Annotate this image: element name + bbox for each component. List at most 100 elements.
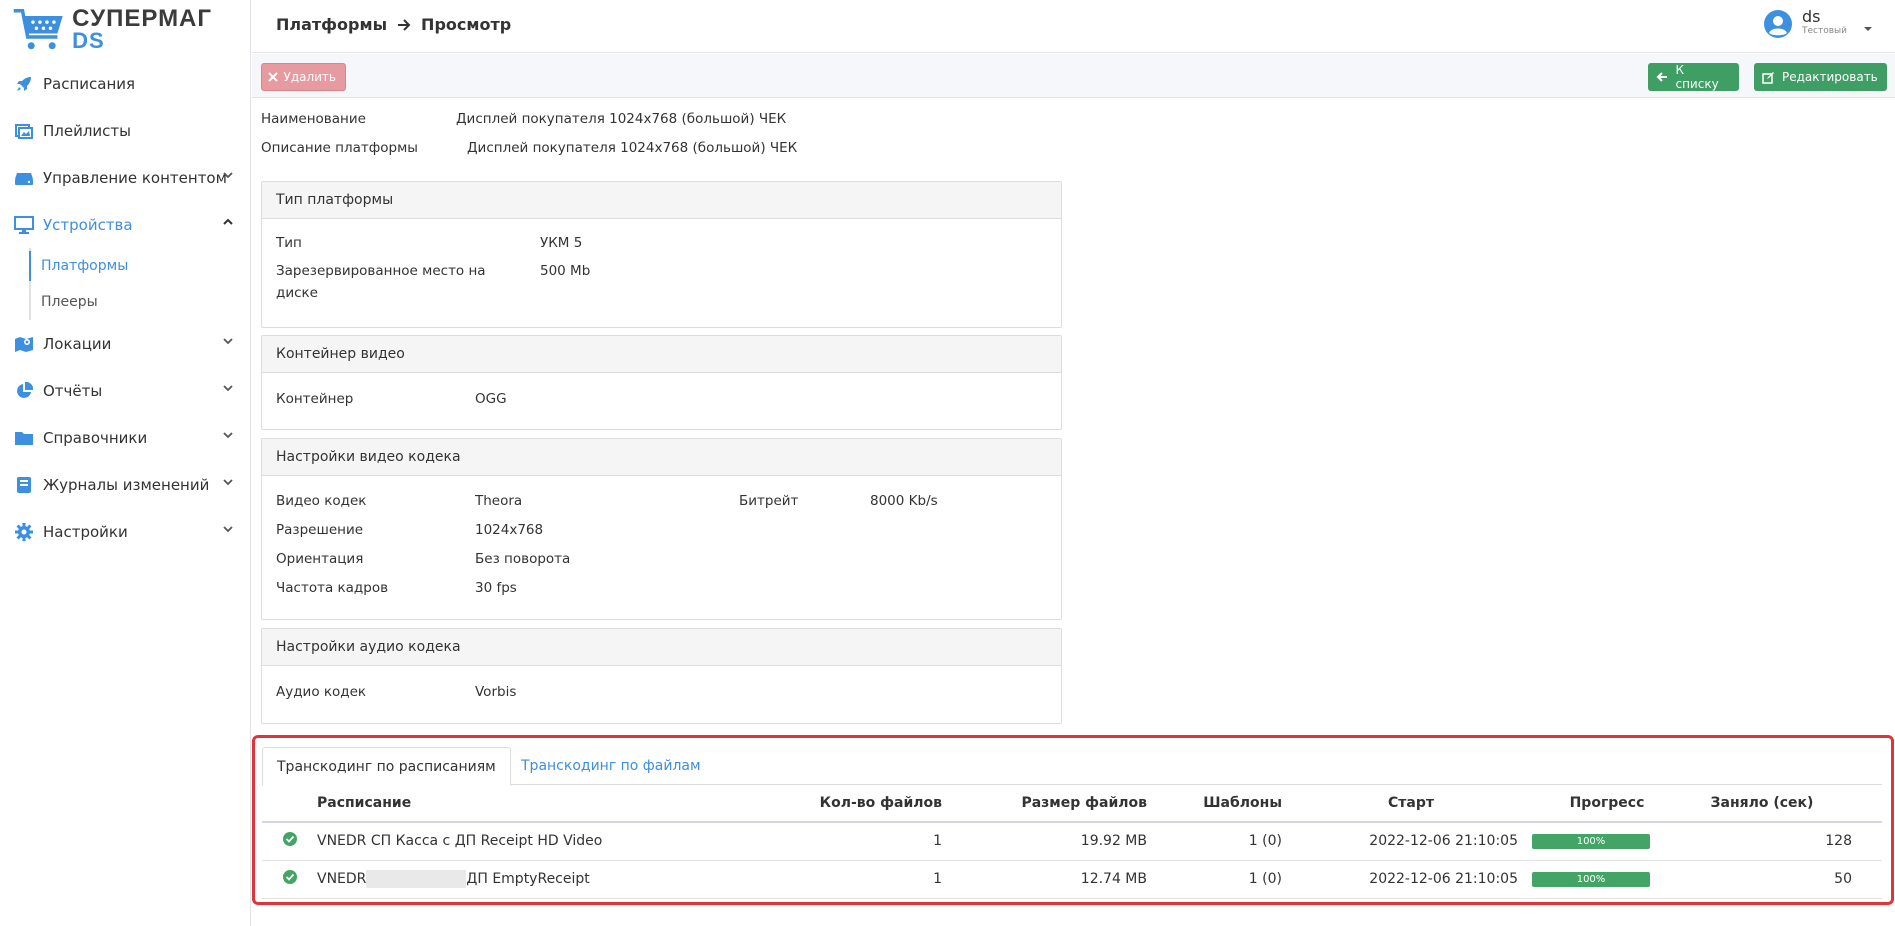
column-header-schedule[interactable]: Расписание [317,785,757,823]
container-label: Контейнер [276,391,354,407]
sidebar-nav: Расписания Плейлисты Управление контенто… [0,60,251,555]
status-cell [262,822,317,861]
sidebar-item-label: Управление контентом [43,168,227,187]
column-header-size[interactable]: Размер файлов [942,785,1147,823]
schedule-cell[interactable]: VNEDR СП Касса с ДП Receipt HD Video [317,822,757,861]
table-header-row: Расписание Кол-во файлов Размер файлов Ш… [262,785,1882,823]
column-header-files[interactable]: Кол-во файлов [757,785,942,823]
chevron-down-icon[interactable] [221,381,235,395]
sidebar-item-label: Журналы изменений [43,475,210,494]
sidebar-item-devices[interactable]: Устройства [0,201,251,248]
size-cell: 19.92 MB [942,822,1147,861]
took-cell: 128 [1682,822,1882,861]
user-role: Тестовый [1802,26,1847,36]
map-icon [14,334,34,354]
brand-line1: СУПЕРМАГ [72,5,212,32]
progress-bar: 100% [1532,871,1650,887]
progress-cell: 100% [1532,860,1682,899]
edit-button[interactable]: Редактировать [1754,63,1887,91]
progress-bar: 100% [1532,833,1650,849]
sidebar-item-schedules[interactable]: Расписания [0,60,251,107]
video-codec-label: Видео кодек [276,493,367,509]
type-label: Тип [276,235,302,251]
gear-icon [14,522,34,542]
table-row[interactable]: VNEDR СП Касса с ДП Receipt HD Video 1 1… [262,822,1882,861]
delete-label: Удалить [283,70,337,84]
chevron-down-icon[interactable] [221,475,235,489]
chevron-down-icon[interactable] [221,428,235,442]
reserved-label-line2: диске [276,285,318,301]
sidebar-item-locations[interactable]: Локации [0,320,251,367]
breadcrumb: Платформы Просмотр [276,15,511,34]
type-value: УКМ 5 [540,235,583,251]
audio-codec-value: Vorbis [475,684,517,700]
sidebar-item-label: Расписания [43,74,136,93]
edit-icon [1754,63,1782,91]
orientation-value: Без поворота [475,551,571,567]
video-container-panel: Контейнер видео Контейнер OGG [261,335,1062,430]
column-header-took[interactable]: Заняло (сек) [1682,785,1882,823]
user-info: ds Тестовый [1802,9,1847,38]
took-cell: 50 [1682,860,1882,899]
chevron-down-icon[interactable] [221,168,235,182]
playlist-icon [14,121,34,141]
close-icon [262,63,284,91]
start-cell: 2022-12-06 21:10:05 [1282,860,1532,899]
transcoding-table: Расписание Кол-во файлов Размер файлов Ш… [262,785,1882,899]
chevron-down-icon[interactable] [221,334,235,348]
sidebar-item-settings[interactable]: Настройки [0,508,251,555]
tab-bar: Транскодинг по расписаниям Транскодинг п… [262,747,1882,786]
book-icon [14,475,34,495]
sidebar-item-label: Справочники [43,428,148,447]
video-codec-panel: Настройки видео кодека Видео кодек Theor… [261,438,1062,620]
reserved-value: 500 Mb [540,263,591,279]
back-to-list-button[interactable]: К списку [1648,63,1739,91]
resolution-value: 1024x768 [475,522,544,538]
audio-codec-label: Аудио кодек [276,684,367,700]
schedule-cell[interactable]: VNEDR ДП EmptyReceipt [317,860,757,899]
logo-text: СУПЕРМАГ DS [72,5,212,52]
sidebar-subitem-players[interactable]: Плееры [31,284,251,320]
redacted-text [366,870,467,888]
tab-schedule-transcoding[interactable]: Транскодинг по расписаниям [262,747,511,786]
sidebar-item-label: Локации [43,334,112,353]
sidebar-item-content[interactable]: Управление контентом [0,154,251,201]
container-value: OGG [475,391,507,407]
column-header-start[interactable]: Старт [1282,785,1532,823]
delete-button[interactable]: Удалить [261,63,346,91]
sidebar-subitem-platforms[interactable]: Платформы [31,248,251,284]
sidebar: СУПЕРМАГ DS Расписания Плейлисты Управле… [0,0,251,926]
sidebar-item-reports[interactable]: Отчёты [0,367,251,414]
column-header-progress[interactable]: Прогресс [1532,785,1682,823]
user-menu[interactable]: ds Тестовый [1763,9,1873,39]
logo[interactable]: СУПЕРМАГ DS [12,4,212,60]
tab-file-transcoding[interactable]: Транскодинг по файлам [507,747,715,785]
sidebar-item-changelogs[interactable]: Журналы изменений [0,461,251,508]
orientation-label: Ориентация [276,551,364,567]
size-cell: 12.74 MB [942,860,1147,899]
sidebar-item-references[interactable]: Справочники [0,414,251,461]
chevron-up-icon[interactable] [221,215,235,229]
bitrate-label: Битрейт [739,493,799,509]
bitrate-value: 8000 Kb/s [870,493,938,509]
sidebar-item-label: Устройства [43,215,133,234]
files-cell: 1 [757,822,942,861]
breadcrumb-platforms[interactable]: Платформы [276,15,387,34]
monitor-icon [14,215,34,235]
sidebar-item-playlists[interactable]: Плейлисты [0,107,251,154]
platform-type-panel: Тип платформы Тип УКМ 5 Зарезервированно… [261,181,1062,328]
column-header-templates[interactable]: Шаблоны [1147,785,1282,823]
to-list-label: К списку [1675,63,1719,91]
panel-title: Настройки аудио кодека [262,629,1061,666]
edit-label: Редактировать [1782,70,1878,84]
chevron-down-icon[interactable] [221,522,235,536]
fps-label: Частота кадров [276,580,389,596]
caret-down-icon[interactable] [1863,24,1873,34]
panel-title: Тип платформы [262,182,1061,219]
sidebar-item-label: Отчёты [43,381,103,400]
storage-icon [14,168,34,188]
table-row[interactable]: VNEDR ДП EmptyReceipt 1 12.74 MB 1 (0) 20… [262,860,1882,899]
rocket-icon [14,74,34,94]
pie-chart-icon [14,381,34,401]
name-value: Дисплей покупателя 1024x768 (большой) ЧЕ… [456,111,787,127]
